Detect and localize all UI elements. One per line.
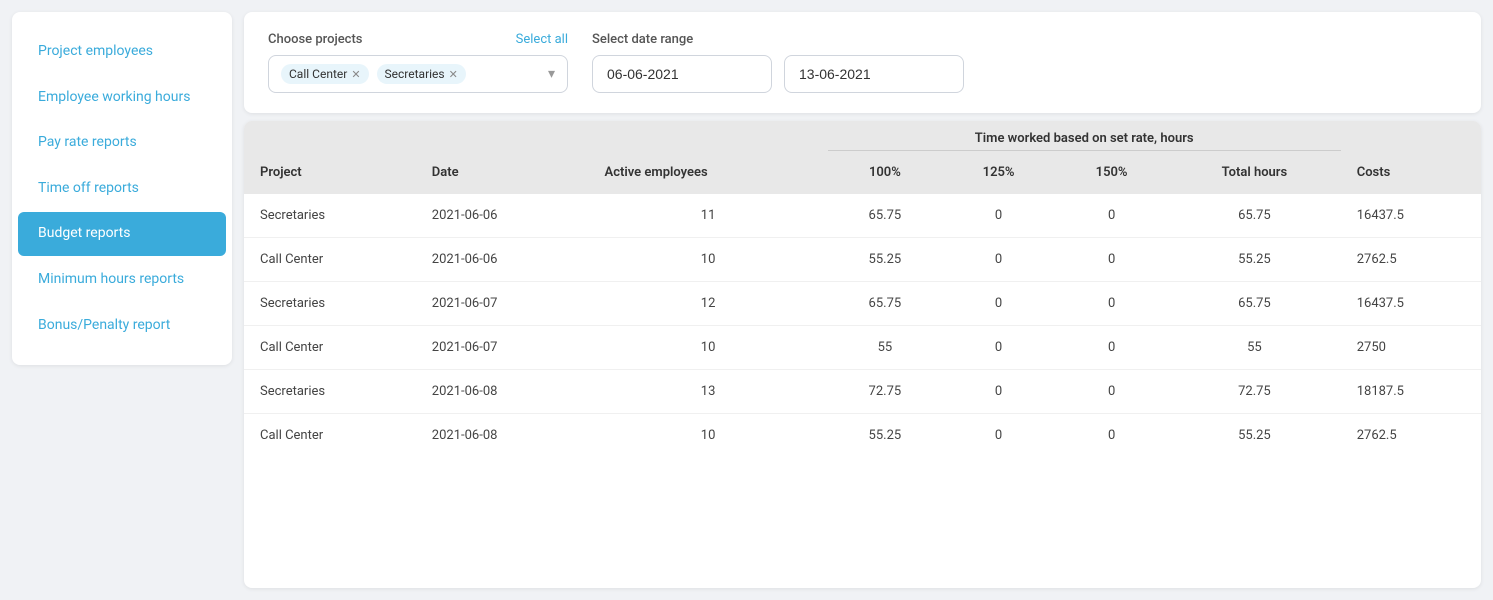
td-total-hours: 55.25 — [1168, 414, 1341, 458]
tag-call-center-label: Call Center — [289, 67, 347, 81]
sidebar-item-bonus-penalty-report[interactable]: Bonus/Penalty report — [18, 304, 226, 348]
td-costs: 16437.5 — [1341, 194, 1481, 238]
td-active-employees: 10 — [589, 238, 828, 282]
td-costs: 16437.5 — [1341, 282, 1481, 326]
sidebar-item-pay-rate-reports[interactable]: Pay rate reports — [18, 121, 226, 165]
td-date: 2021-06-07 — [416, 326, 589, 370]
th-rate-100: 100% — [828, 151, 942, 195]
sidebar-item-budget-reports[interactable]: Budget reports — [18, 212, 226, 256]
td-active-employees: 10 — [589, 326, 828, 370]
date-range-label: Select date range — [592, 32, 964, 47]
td-total-hours: 65.75 — [1168, 194, 1341, 238]
tag-secretaries: Secretaries ✕ — [377, 64, 466, 84]
td-date: 2021-06-07 — [416, 282, 589, 326]
th-rate-125: 125% — [942, 151, 1055, 195]
td-costs: 2762.5 — [1341, 414, 1481, 458]
th-costs: Costs — [1341, 121, 1481, 194]
sidebar-item-minimum-hours-reports[interactable]: Minimum hours reports — [18, 258, 226, 302]
td-costs: 18187.5 — [1341, 370, 1481, 414]
td-project: Secretaries — [244, 282, 416, 326]
table-row: Secretaries 2021-06-08 13 72.75 0 0 72.7… — [244, 370, 1481, 414]
tag-call-center-close[interactable]: ✕ — [351, 69, 360, 80]
td-rate-125: 0 — [942, 194, 1055, 238]
td-total-hours: 72.75 — [1168, 370, 1341, 414]
table-row: Secretaries 2021-06-07 12 65.75 0 0 65.7… — [244, 282, 1481, 326]
th-project: Project — [244, 121, 416, 194]
td-costs: 2762.5 — [1341, 238, 1481, 282]
th-rate-150: 150% — [1055, 151, 1168, 195]
td-date: 2021-06-06 — [416, 194, 589, 238]
td-rate-100: 55 — [828, 326, 942, 370]
table-panel: Project Date Active employees Time worke… — [244, 121, 1481, 588]
projects-label: Choose projects — [268, 32, 363, 47]
td-rate-150: 0 — [1055, 370, 1168, 414]
table-row: Call Center 2021-06-07 10 55 0 0 55 2750 — [244, 326, 1481, 370]
td-active-employees: 12 — [589, 282, 828, 326]
td-project: Call Center — [244, 326, 416, 370]
td-costs: 2750 — [1341, 326, 1481, 370]
budget-table: Project Date Active employees Time worke… — [244, 121, 1481, 457]
td-rate-150: 0 — [1055, 414, 1168, 458]
tag-secretaries-close[interactable]: ✕ — [449, 69, 458, 80]
td-project: Secretaries — [244, 194, 416, 238]
td-rate-150: 0 — [1055, 238, 1168, 282]
table-row: Call Center 2021-06-08 10 55.25 0 0 55.2… — [244, 414, 1481, 458]
table-row: Secretaries 2021-06-06 11 65.75 0 0 65.7… — [244, 194, 1481, 238]
date-range-group: Select date range — [592, 32, 964, 93]
filter-panel: Choose projects Select all Call Center ✕… — [244, 12, 1481, 113]
project-select-dropdown[interactable]: Call Center ✕ Secretaries ✕ ▾ — [268, 55, 568, 93]
td-rate-150: 0 — [1055, 194, 1168, 238]
tag-call-center: Call Center ✕ — [281, 64, 369, 84]
td-total-hours: 65.75 — [1168, 282, 1341, 326]
th-group-header: Time worked based on set rate, hours — [828, 121, 1341, 151]
td-rate-100: 55.25 — [828, 414, 942, 458]
project-filter-group: Choose projects Select all Call Center ✕… — [268, 32, 568, 93]
sidebar: Project employeesEmployee working hoursP… — [12, 12, 232, 365]
dropdown-chevron-icon: ▾ — [548, 66, 555, 82]
td-rate-100: 65.75 — [828, 282, 942, 326]
sidebar-item-employee-working-hours[interactable]: Employee working hours — [18, 76, 226, 120]
tag-secretaries-label: Secretaries — [385, 67, 445, 81]
td-project: Secretaries — [244, 370, 416, 414]
td-rate-100: 55.25 — [828, 238, 942, 282]
td-total-hours: 55.25 — [1168, 238, 1341, 282]
td-date: 2021-06-06 — [416, 238, 589, 282]
td-project: Call Center — [244, 238, 416, 282]
th-active-employees: Active employees — [589, 121, 828, 194]
td-rate-125: 0 — [942, 238, 1055, 282]
date-to-input[interactable] — [784, 55, 964, 93]
td-rate-125: 0 — [942, 326, 1055, 370]
main-content: Choose projects Select all Call Center ✕… — [244, 0, 1493, 600]
td-active-employees: 11 — [589, 194, 828, 238]
sidebar-item-time-off-reports[interactable]: Time off reports — [18, 167, 226, 211]
td-rate-150: 0 — [1055, 326, 1168, 370]
td-rate-125: 0 — [942, 370, 1055, 414]
select-all-link[interactable]: Select all — [516, 32, 568, 47]
td-date: 2021-06-08 — [416, 370, 589, 414]
th-date: Date — [416, 121, 589, 194]
td-active-employees: 13 — [589, 370, 828, 414]
td-rate-100: 65.75 — [828, 194, 942, 238]
td-date: 2021-06-08 — [416, 414, 589, 458]
td-active-employees: 10 — [589, 414, 828, 458]
date-from-input[interactable] — [592, 55, 772, 93]
td-rate-125: 0 — [942, 414, 1055, 458]
td-rate-150: 0 — [1055, 282, 1168, 326]
td-rate-100: 72.75 — [828, 370, 942, 414]
th-total-hours: Total hours — [1168, 151, 1341, 195]
table-row: Call Center 2021-06-06 10 55.25 0 0 55.2… — [244, 238, 1481, 282]
sidebar-item-project-employees[interactable]: Project employees — [18, 30, 226, 74]
td-rate-125: 0 — [942, 282, 1055, 326]
td-project: Call Center — [244, 414, 416, 458]
td-total-hours: 55 — [1168, 326, 1341, 370]
